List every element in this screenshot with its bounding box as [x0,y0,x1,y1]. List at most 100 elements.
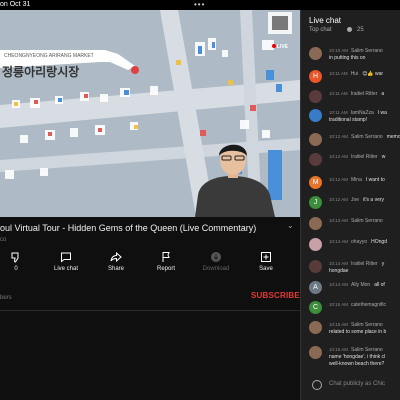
chat-message-line: 10:15 AM Salim Serrano [329,321,383,329]
live-chat-label: Live chat [53,266,78,272]
chat-timestamp: 10:12 AM [329,154,349,159]
chat-timestamp: 10:10 AM [329,48,349,53]
chat-author[interactable]: Hui [351,71,359,77]
chat-timestamp: 10:14 AM [329,239,349,244]
chat-text-continued: well-known beach there? [329,361,385,367]
avatar[interactable] [309,217,322,230]
chat-text: 😊👍 war [362,71,384,77]
chat-timestamp: 10:11 AM [329,91,348,96]
avatar[interactable]: M [309,176,322,189]
chat-author[interactable]: Iraitiel Ritter [351,91,378,97]
chat-input-placeholder[interactable]: Chat publicly as Chic [329,381,385,387]
chat-author[interactable]: IamNaZza [351,110,374,116]
chat-author[interactable]: Iraitiel Ritter [351,261,378,267]
avatar[interactable] [309,47,322,60]
viewer-count: 25 [357,27,364,33]
like-count: 0 [14,266,18,272]
chat-author[interactable]: ohayyo [351,239,367,245]
avatar[interactable]: C [309,301,322,314]
chat-text: it's a very [363,197,385,203]
chat-message-line: 10:14 AM Iraitiel Ritter y [329,260,384,268]
chat-text: HOngd [371,239,387,245]
live-chat-button[interactable]: Live chat [44,251,88,272]
chat-timestamp: 10:16 AM [329,347,349,352]
save-button[interactable]: Save [244,251,288,272]
chat-author[interactable]: Ally Mon [351,282,370,288]
chat-timestamp: 10:11 AM [329,110,348,115]
chat-author[interactable]: catethemagnific [351,302,386,308]
add-to-playlist-icon [261,252,271,262]
chat-message-line: 10:12 AM Iraitiel Ritter w [329,153,385,161]
avatar[interactable] [309,153,322,166]
dislike-button[interactable]: 0 [0,251,38,272]
avatar[interactable] [309,260,322,273]
chat-input-bar[interactable]: Chat publicly as Chic [301,375,400,400]
chat-text: a [381,91,385,97]
chat-text: w [381,154,386,160]
chat-author[interactable]: Salim Serrano [351,347,383,353]
avatar[interactable]: J [309,196,322,209]
chat-bubble-icon [61,252,71,263]
chat-author[interactable]: Salim Serrano [351,218,383,224]
chat-mode-row[interactable]: Top chat 25 [309,27,364,33]
chat-text-continued: hongdae [329,268,349,274]
chat-mode-label[interactable]: Top chat [309,27,332,33]
chat-timestamp: 10:11 AM [329,71,348,76]
chat-timestamp: 10:14 AM [329,282,349,287]
chat-message-line: 10:12 AMSalim Serranomemories.. [329,133,400,141]
chat-message-line: 10:13 AM Salim Serrano [329,217,383,225]
avatar[interactable] [309,238,322,251]
chat-message-line: 10:14 AM Ally Mon all of [329,281,385,289]
chat-text: I want to [365,177,385,183]
video-frame: CHEONGNYEONG ARIRANG MARKET 정릉아리랑시장 [0,10,300,217]
chat-author[interactable]: Salim Serrano [351,48,383,54]
chat-text: related to some place in b [329,329,387,335]
chat-message-line: 10:12 AM Mina I want to [329,176,385,184]
status-date: on Oct 31 [0,1,31,8]
avatar[interactable]: A [309,281,322,294]
download-button[interactable]: Download [194,251,238,272]
avatar[interactable] [309,109,322,122]
chat-message-line: 10:15 AM catethemagnific [329,301,386,309]
chat-author[interactable]: Salim Serrano [351,322,383,328]
avatar[interactable] [309,90,322,103]
avatar[interactable]: H [309,70,322,83]
chat-timestamp: 10:15 AM [329,302,349,307]
video-player[interactable]: CHEONGNYEONG ARIRANG MARKET 정릉아리랑시장 LIVE [0,10,300,217]
action-row: 0 Live chat Share Report Download Save [0,251,300,281]
download-icon [211,252,221,262]
video-title[interactable]: oul Virtual Tour - Hidden Gems of the Qu… [0,223,286,233]
chat-message-line: 10:16 AM Salim Serrano [329,346,383,354]
avatar[interactable] [309,321,322,334]
chat-author[interactable]: Iraitiel Ritter [351,154,378,160]
chat-author[interactable]: Joe [351,197,359,203]
report-button[interactable]: Report [144,251,188,272]
avatar[interactable] [309,133,322,146]
chat-message-line: 10:11 AM Iraitiel Ritter a [329,90,384,98]
save-label: Save [259,266,273,272]
chat-author[interactable]: Salim Serrano [351,134,383,140]
chat-timestamp: 10:12 AM [329,177,349,182]
chat-heading: Live chat [309,16,342,25]
chat-message-line: 10:10 AM Salim Serrano [329,47,383,55]
chat-author[interactable]: Mina [351,177,362,183]
chat-text: memories.. [386,134,400,140]
emoji-icon[interactable] [312,380,322,390]
avatar[interactable] [309,346,322,359]
chat-message-line: 10:11 AM Hui 😊👍 war [329,70,383,78]
chat-text: I wa [377,110,387,116]
multitask-dots-icon[interactable]: ••• [194,0,205,9]
share-button[interactable]: Share [94,251,138,272]
chevron-down-icon[interactable]: ⌄ [287,221,294,230]
chat-text: y [381,261,385,267]
chat-timestamp: 10:12 AM [329,134,349,139]
download-label: Download [202,266,230,272]
subscribe-button[interactable]: SUBSCRIBE [251,291,300,300]
live-chat-panel: Live chat Top chat 25 10:10 AM Salim Serr… [300,10,400,400]
thumbs-down-icon [11,252,19,263]
sign-top-text: CHEONGNYEONG ARIRANG MARKET [4,53,94,59]
subscriber-count: bers [0,295,12,301]
chat-text: name 'hongdae', i think cl [329,354,386,360]
chat-message-line: 10:14 AM ohayyo HOngd [329,238,387,246]
flag-icon [162,252,170,262]
